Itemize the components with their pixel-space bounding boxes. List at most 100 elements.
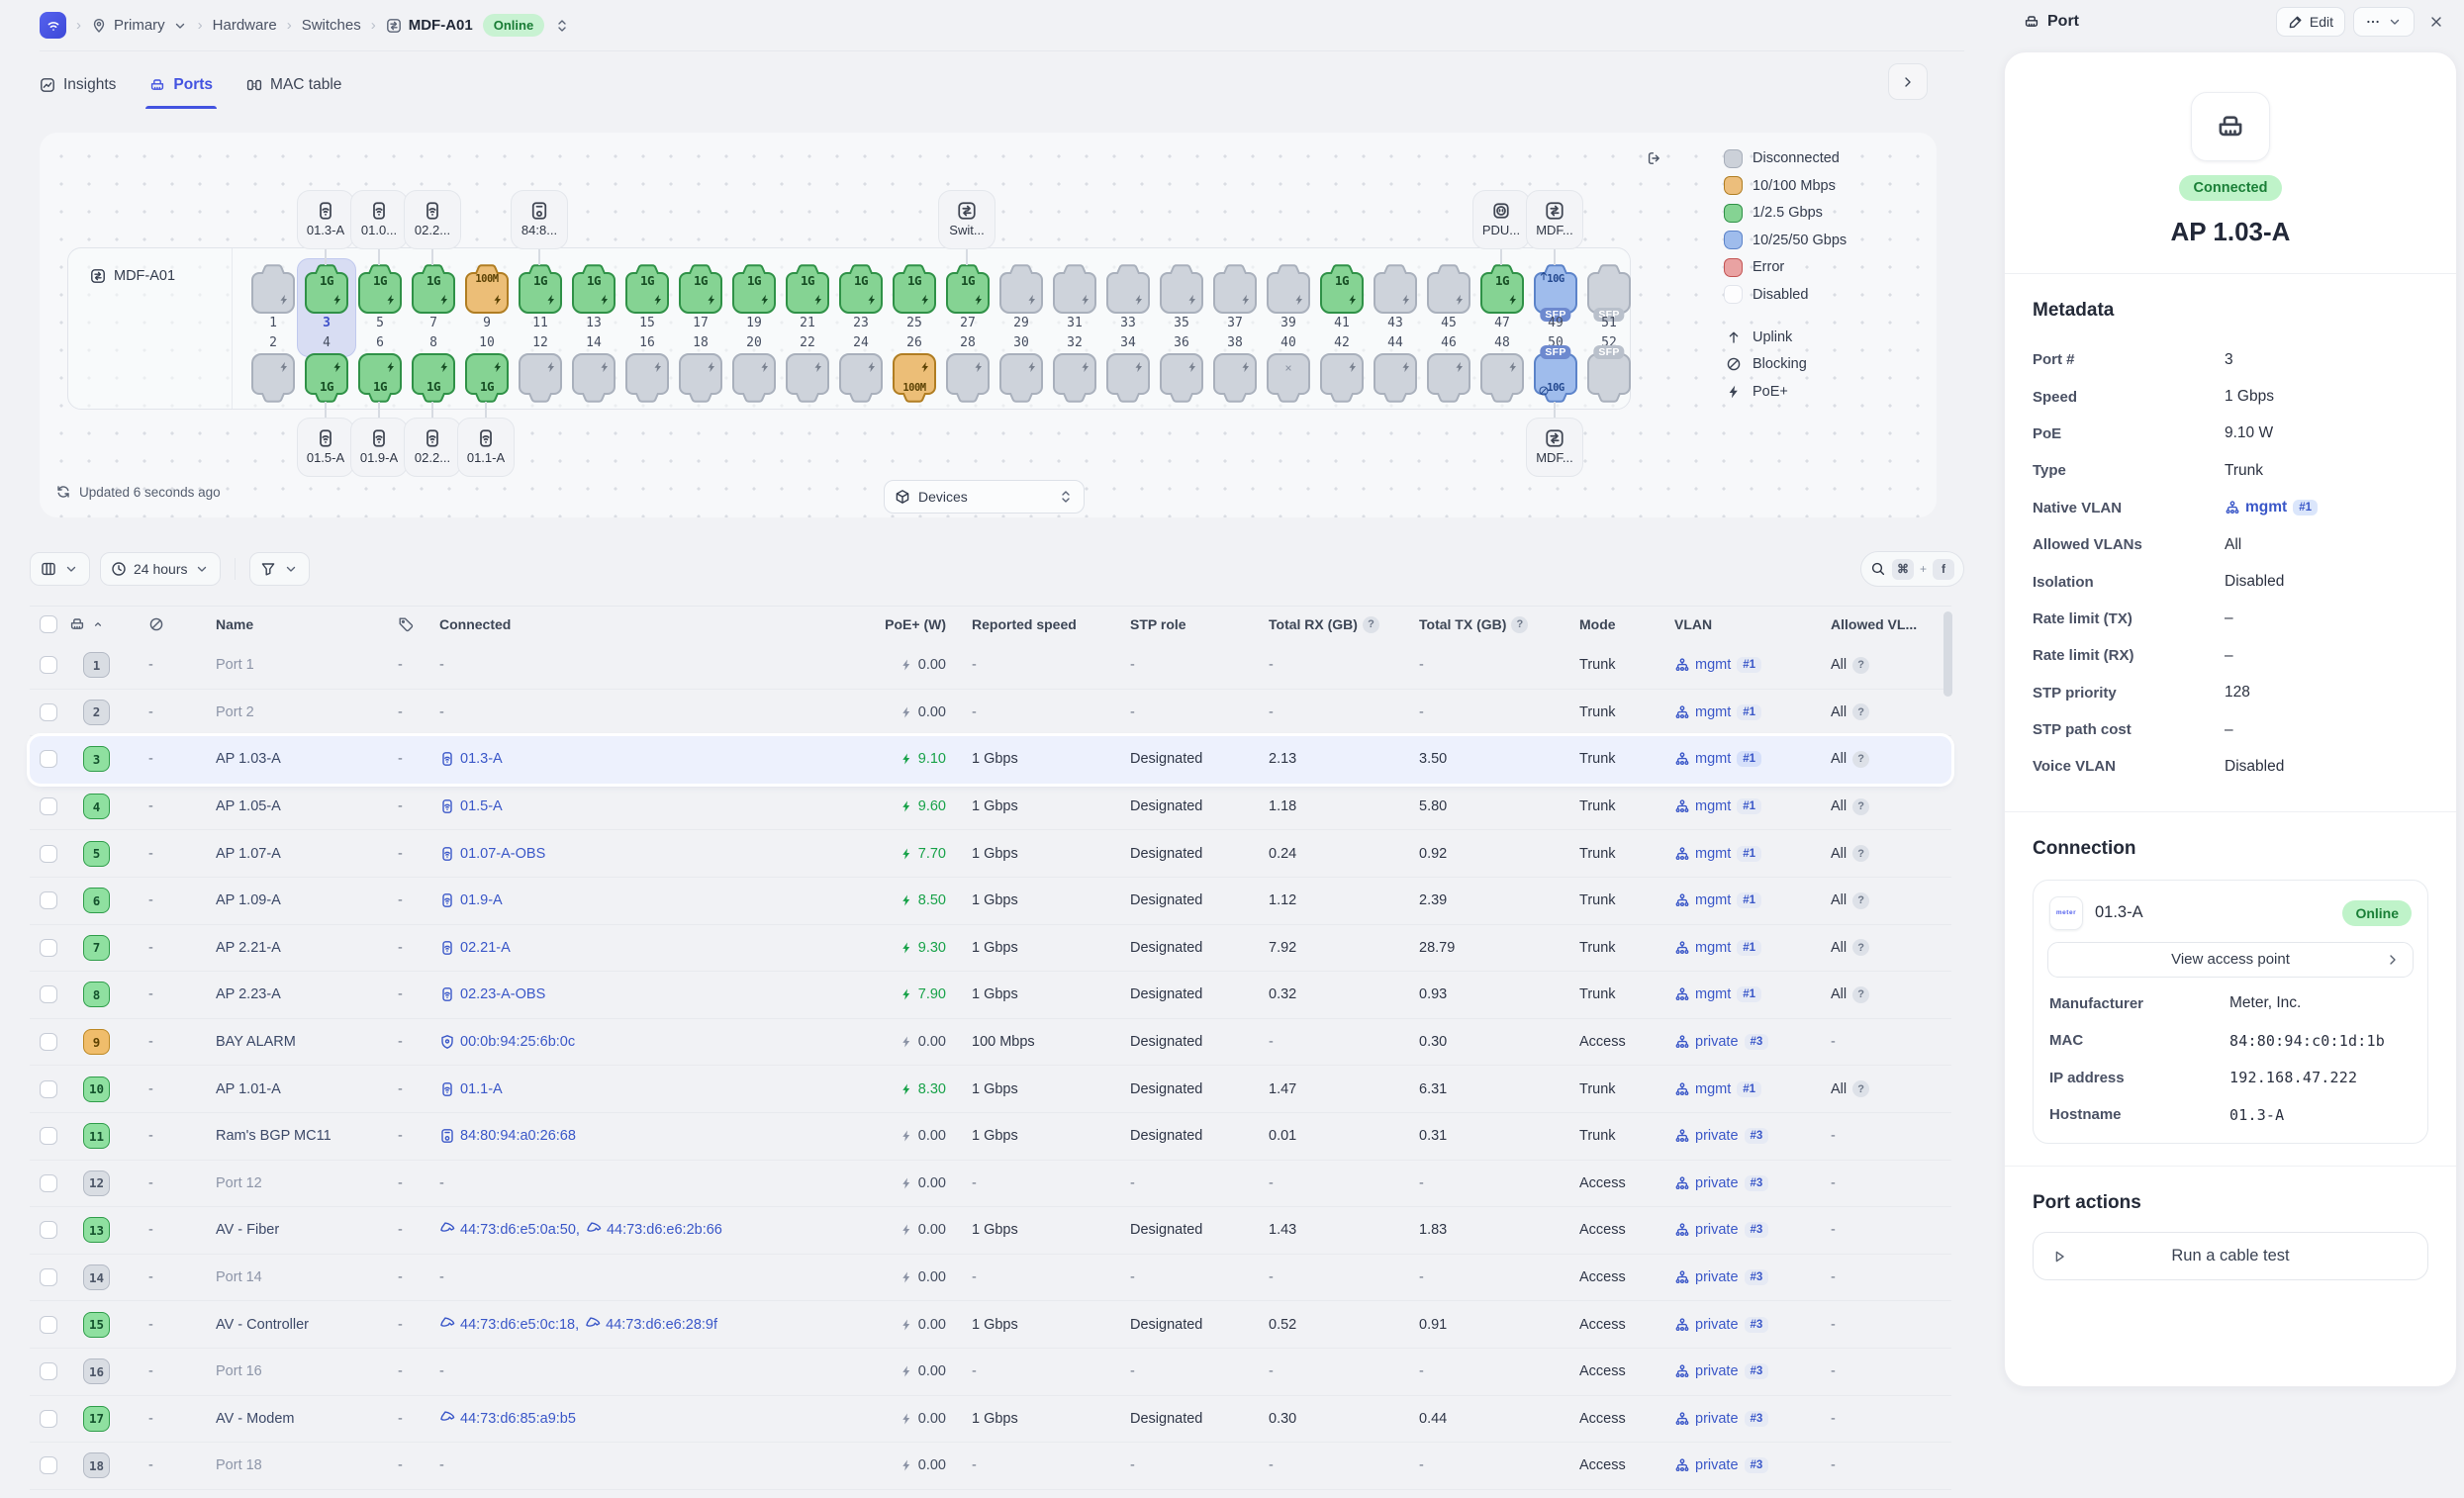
port-number[interactable]: 36 [1174,333,1189,353]
selector-icon[interactable] [554,18,570,34]
port-number[interactable]: 40 [1280,333,1296,353]
breadcrumb-item-hardware[interactable]: Hardware [213,17,277,34]
row-checkbox[interactable] [40,656,57,674]
vlan-link[interactable]: mgmt [1674,657,1731,673]
help-icon[interactable]: ? [1852,986,1869,1003]
column-header[interactable] [30,615,69,633]
port-2-chip[interactable] [248,353,298,403]
port-21-chip[interactable]: 1G [783,264,832,314]
port-name-link[interactable]: AP 1.03-A [216,751,281,767]
port-name-link[interactable]: AV - Fiber [216,1222,279,1238]
port-number[interactable]: 4 [323,333,331,353]
row-checkbox[interactable] [40,1174,57,1192]
port-5-chip[interactable]: 1G [355,264,405,314]
vlan-link[interactable]: private [1674,1269,1739,1285]
connected-device-link[interactable]: 02.21-A [439,940,511,956]
port-28-chip[interactable] [943,353,993,403]
table-row-port-17[interactable]: 17-AV - Modem-44:73:d6:85:a9:b50.001 Gbp… [30,1396,1951,1444]
port-number[interactable]: 35 [1174,314,1189,333]
port-47-chip[interactable]: 1G [1477,264,1527,314]
table-row-port-8[interactable]: 8-AP 2.23-A-02.23-A-OBS7.901 GbpsDesigna… [30,972,1951,1019]
port-number[interactable]: 21 [800,314,815,333]
row-checkbox[interactable] [40,1033,57,1051]
connected-device-chip[interactable]: 02.2... [404,418,461,477]
vlan-link[interactable]: mgmt [1674,846,1731,862]
port-name-link[interactable]: AP 1.09-A [216,892,281,908]
column-header-allowed-vl-[interactable]: Allowed VL... [1831,616,1932,632]
port-number[interactable]: 2 [269,333,277,353]
port-name-link[interactable]: Port 16 [216,1363,262,1379]
port-number[interactable]: 34 [1120,333,1136,353]
view-access-point-button[interactable]: View access point [2047,942,2414,978]
vlan-link[interactable]: mgmt [1674,892,1731,908]
port-33-chip[interactable] [1103,264,1153,314]
port-27-chip[interactable]: 1G [943,264,993,314]
devices-dropdown[interactable]: Devices [884,480,1085,514]
port-number[interactable]: 16 [639,333,655,353]
column-header-poe-w-[interactable]: PoE+ (W) [873,616,972,632]
port-number[interactable]: 31 [1067,314,1083,333]
connected-device-link[interactable]: 02.23-A-OBS [439,986,545,1002]
port-50-chip[interactable]: 10GSFP [1531,353,1580,403]
port-name-link[interactable]: AP 1.05-A [216,798,281,814]
connected-device-chip[interactable]: 02.2... [404,190,461,249]
connected-device-chip[interactable]: MDF... [1526,190,1583,249]
port-22-chip[interactable] [783,353,832,403]
vlan-link[interactable]: private [1674,1411,1739,1427]
port-37-chip[interactable] [1210,264,1260,314]
port-number[interactable]: 39 [1280,314,1296,333]
port-23-chip[interactable]: 1G [836,264,886,314]
port-name-link[interactable]: Port 12 [216,1175,262,1191]
connected-device-link[interactable]: 01.07-A-OBS [439,846,545,862]
connected-device-chip[interactable]: 01.5-A [297,418,354,477]
port-name-link[interactable]: AV - Modem [216,1411,295,1427]
port-number[interactable]: 18 [693,333,709,353]
row-checkbox[interactable] [40,750,57,768]
port-number[interactable]: 6 [376,333,384,353]
connected-device-chip[interactable]: 01.0... [350,190,408,249]
port-number[interactable]: 1 [269,314,277,333]
port-number[interactable]: 43 [1387,314,1403,333]
select-all-checkbox[interactable] [40,615,57,633]
row-checkbox[interactable] [40,1362,57,1380]
vlan-link[interactable]: private [1674,1222,1739,1238]
port-number[interactable]: 51 [1601,314,1617,333]
connected-device-link[interactable]: 01.3-A [439,751,503,767]
row-checkbox[interactable] [40,891,57,909]
help-icon[interactable]: ? [1852,1080,1869,1097]
port-number[interactable]: 48 [1494,333,1510,353]
port-7-chip[interactable]: 1G [409,264,458,314]
connected-device-link[interactable]: 44:73:d6:85:a9:b5 [439,1411,576,1427]
port-name-link[interactable]: AP 1.07-A [216,846,281,862]
table-row-port-18[interactable]: 18-Port 18--0.00----Accessprivate#3- [30,1443,1951,1490]
port-18-chip[interactable] [676,353,725,403]
port-number[interactable]: 8 [429,333,437,353]
port-name-link[interactable]: AV - Controller [216,1317,309,1333]
port-number[interactable]: 12 [532,333,548,353]
port-1-chip[interactable] [248,264,298,314]
port-number[interactable]: 28 [960,333,976,353]
port-number[interactable]: 44 [1387,333,1403,353]
port-19-chip[interactable]: 1G [729,264,779,314]
port-number[interactable]: 30 [1013,333,1029,353]
port-number[interactable]: 29 [1013,314,1029,333]
time-range-button[interactable]: 24 hours [100,552,221,586]
port-number[interactable]: 25 [906,314,922,333]
port-name-link[interactable]: BAY ALARM [216,1034,296,1050]
table-scrollbar[interactable] [1943,611,1952,697]
port-name-link[interactable]: Port 1 [216,657,254,673]
port-13-chip[interactable]: 1G [569,264,618,314]
column-header-vlan[interactable]: VLAN [1674,616,1831,632]
row-checkbox[interactable] [40,1080,57,1098]
connected-device-link[interactable]: 44:73:d6:e6:28:9f [585,1317,717,1333]
connected-device-chip[interactable]: 01.3-A [297,190,354,249]
row-checkbox[interactable] [40,1221,57,1239]
port-35-chip[interactable] [1157,264,1206,314]
column-header-name[interactable]: Name [216,616,398,632]
close-icon[interactable] [2422,14,2450,30]
port-30-chip[interactable] [996,353,1046,403]
connected-device-link[interactable]: 01.1-A [439,1081,503,1097]
port-12-chip[interactable] [516,353,565,403]
port-52-chip[interactable]: SFP [1584,353,1634,403]
port-39-chip[interactable] [1264,264,1313,314]
